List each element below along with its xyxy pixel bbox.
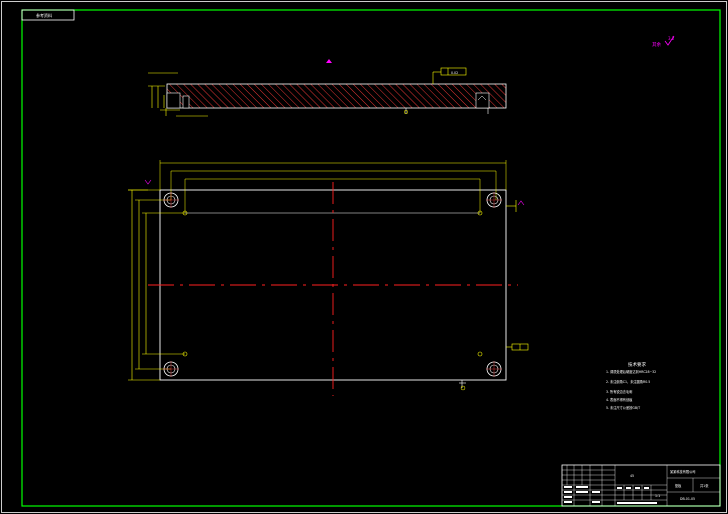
- title-material: 45: [630, 474, 634, 478]
- title-company: 某某科技有限公司: [670, 469, 696, 474]
- outer-sheet-frame: [1, 1, 727, 513]
- section-callout: [326, 59, 332, 63]
- title-sheet: 共1张: [700, 483, 709, 488]
- drawing-tag-box: 参考资料: [21, 9, 75, 21]
- roughness-value: 3.2: [668, 36, 675, 41]
- tech-req-3: 3. 所有锐边去毛刺: [606, 389, 632, 394]
- title-drawing-number: DB-01-05: [680, 497, 695, 501]
- technical-requirements: 技术要求 1. 调质处理后硬度达到HRC28~32 2. 未注倒角C1，未注圆角…: [606, 361, 656, 410]
- hole-top-left: [163, 192, 179, 208]
- roughness-label: 其余: [652, 41, 661, 48]
- tech-req-2: 2. 未注倒角C1，未注圆角R0.5: [606, 379, 650, 384]
- roughness-symbol-general: 其余 3.2: [652, 35, 675, 48]
- section-view: 0.02: [148, 67, 507, 117]
- plan-view: [128, 160, 529, 396]
- hole-bottom-right: [486, 361, 502, 377]
- tech-req-1: 1. 调质处理后硬度达到HRC28~32: [606, 369, 656, 374]
- tech-req-title: 技术要求: [628, 361, 646, 368]
- hole-bottom-left: [163, 361, 179, 377]
- flatness-value: 0.02: [451, 71, 458, 75]
- section-hatch-body: [166, 83, 507, 109]
- title-part-name: 垫板: [675, 483, 682, 488]
- title-scale: 1:1: [655, 494, 660, 498]
- hole-top-right: [486, 192, 502, 208]
- title-block: 45 某某科技有限公司 垫板 共1张 DB-01-05 1:1: [561, 464, 721, 507]
- tech-req-5: 5. 未注尺寸公差按GB/T: [606, 405, 640, 410]
- tech-req-4: 4. 表面不得有划痕: [606, 397, 633, 402]
- drawing-tag-label: 参考资料: [36, 12, 52, 18]
- pin-hole: [477, 351, 483, 357]
- cad-drawing-canvas: 参考资料 其余 3.2 0.02 技术要求 1. 调质处理后硬度达到HRC28~…: [1, 1, 727, 513]
